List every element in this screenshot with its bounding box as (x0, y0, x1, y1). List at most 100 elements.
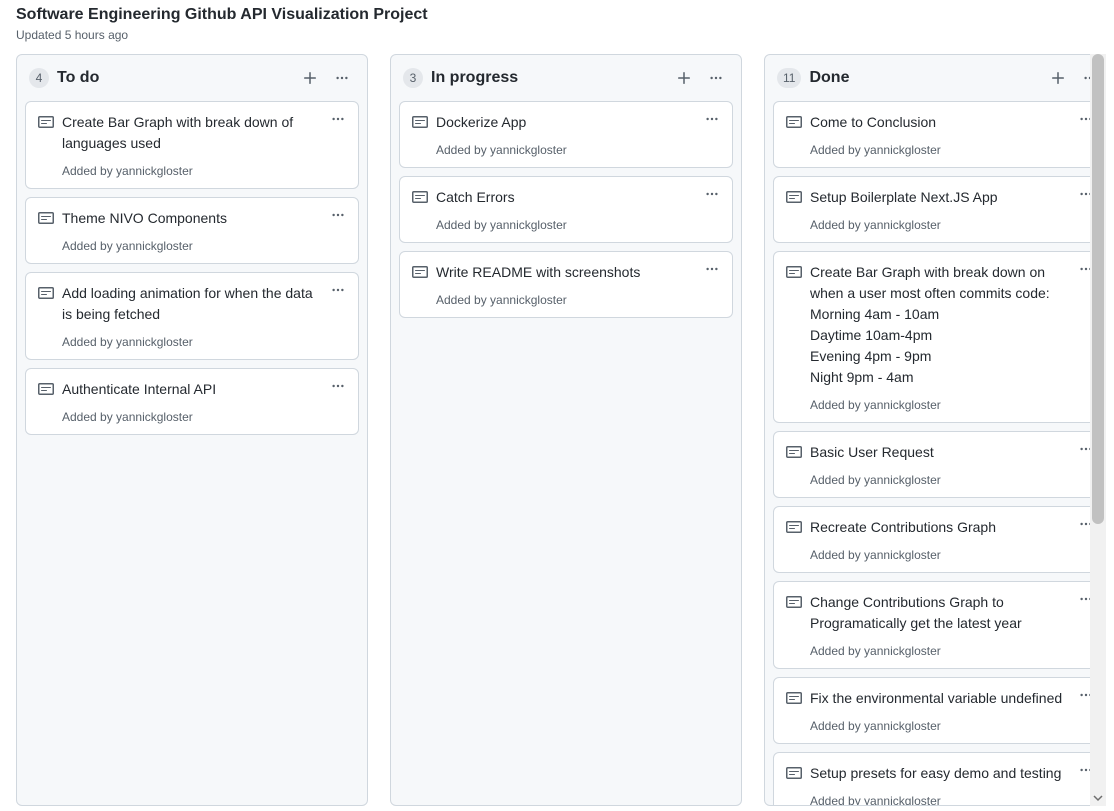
column-name: In progress (431, 69, 663, 87)
card[interactable]: Recreate Contributions Graph Added by yan… (773, 506, 1106, 573)
note-icon (38, 285, 54, 301)
column-actions (671, 65, 729, 91)
column-count: 11 (777, 68, 801, 88)
card-title: Theme NIVO Components (62, 208, 346, 229)
scroll-down-arrow[interactable] (1090, 790, 1106, 806)
card-added-by: Added by yannickgloster (786, 719, 1094, 733)
card[interactable]: Catch ErrorsAdded by yannickgloster (399, 176, 733, 243)
note-icon (786, 264, 802, 280)
card[interactable]: Change Contributions Graph to Programati… (773, 581, 1106, 669)
card[interactable]: Setup Boilerplate Next.JS App Added by ya… (773, 176, 1106, 243)
card-author: yannickgloster (864, 218, 941, 232)
plus-icon (302, 70, 318, 86)
card-author: yannickgloster (864, 644, 941, 658)
note-icon (786, 690, 802, 706)
card-added-by: Added by yannickgloster (786, 143, 1094, 157)
note-icon (786, 765, 802, 781)
card-menu-button[interactable] (326, 375, 350, 397)
card-menu-button[interactable] (700, 258, 724, 280)
card[interactable]: Setup presets for easy demo and testingA… (773, 752, 1106, 805)
add-card-button[interactable] (1045, 65, 1071, 91)
card-title: Basic User Request (810, 442, 1094, 463)
card-author: yannickgloster (864, 143, 941, 157)
project-header: Software Engineering Github API Visualiz… (8, 6, 1106, 54)
card[interactable]: Write README with screenshots Added by ya… (399, 251, 733, 318)
kebab-icon (705, 262, 719, 276)
note-icon (412, 189, 428, 205)
card-menu-button[interactable] (700, 108, 724, 130)
note-icon (786, 690, 802, 706)
card[interactable]: Fix the environmental variable undefined… (773, 677, 1106, 744)
card-title: Come to Conclusion (810, 112, 1094, 133)
note-icon (38, 381, 54, 397)
note-icon (412, 264, 428, 280)
card[interactable]: Theme NIVO ComponentsAdded by yannickglo… (25, 197, 359, 264)
card-title: Authenticate Internal API (62, 379, 346, 400)
note-icon (786, 594, 802, 610)
card-author: yannickgloster (864, 794, 941, 805)
card-title: Recreate Contributions Graph (810, 517, 1094, 538)
add-card-button[interactable] (297, 65, 323, 91)
note-icon (38, 381, 54, 397)
card-menu-button[interactable] (326, 108, 350, 130)
kebab-icon (331, 208, 345, 222)
card-title: Setup Boilerplate Next.JS App (810, 187, 1094, 208)
card[interactable]: Add loading animation for when the data … (25, 272, 359, 360)
card-added-by: Added by yannickgloster (786, 218, 1094, 232)
card[interactable]: Create Bar Graph with break down on when… (773, 251, 1106, 423)
project-board: 4To do Create Bar Graph with break down o… (8, 54, 1106, 806)
note-icon (412, 114, 428, 130)
note-icon (38, 114, 54, 130)
note-icon (786, 114, 802, 130)
card-author: yannickgloster (116, 239, 193, 253)
scrollbar-thumb[interactable] (1092, 54, 1104, 524)
add-card-button[interactable] (671, 65, 697, 91)
card-added-by: Added by yannickgloster (38, 410, 346, 424)
column-header: 3In progress (391, 55, 741, 101)
column-cards: Create Bar Graph with break down of lang… (17, 101, 367, 443)
note-icon (786, 765, 802, 781)
kebab-icon (331, 379, 345, 393)
note-icon (412, 264, 428, 280)
kebab-icon (705, 112, 719, 126)
board-column: 4To do Create Bar Graph with break down o… (16, 54, 368, 806)
card[interactable]: Basic User Request Added by yannickgloste… (773, 431, 1106, 498)
vertical-scrollbar[interactable] (1090, 54, 1106, 806)
column-header: 4To do (17, 55, 367, 101)
card-menu-button[interactable] (700, 183, 724, 205)
column-actions (297, 65, 355, 91)
note-icon (786, 519, 802, 535)
board-scroll-area: 4To do Create Bar Graph with break down o… (8, 54, 1106, 806)
card[interactable]: Create Bar Graph with break down of lang… (25, 101, 359, 189)
board-column: 3In progressDockerize AppAdded by yannic… (390, 54, 742, 806)
card-added-by: Added by yannickgloster (786, 473, 1094, 487)
note-icon (412, 114, 428, 130)
card-added-by: Added by yannickgloster (412, 293, 720, 307)
card-author: yannickgloster (490, 143, 567, 157)
column-menu-button[interactable] (329, 65, 355, 91)
card-added-by: Added by yannickgloster (786, 644, 1094, 658)
card[interactable]: Authenticate Internal API Added by yannic… (25, 368, 359, 435)
card-author: yannickgloster (116, 410, 193, 424)
card-title: Catch Errors (436, 187, 720, 208)
plus-icon (676, 70, 692, 86)
card-title: Fix the environmental variable undefined (810, 688, 1094, 709)
project-title: Software Engineering Github API Visualiz… (16, 6, 1098, 24)
card-author: yannickgloster (864, 473, 941, 487)
card-title: Create Bar Graph with break down of lang… (62, 112, 346, 154)
note-icon (786, 189, 802, 205)
kebab-icon (705, 187, 719, 201)
card[interactable]: Come to Conclusion Added by yannickgloste… (773, 101, 1106, 168)
column-cards: Dockerize AppAdded by yannickgloster Catc… (391, 101, 741, 326)
card-added-by: Added by yannickgloster (786, 548, 1094, 562)
card-title: Write README with screenshots (436, 262, 720, 283)
kebab-icon (331, 112, 345, 126)
card-added-by: Added by yannickgloster (412, 143, 720, 157)
column-name: To do (57, 69, 289, 87)
card-author: yannickgloster (490, 218, 567, 232)
column-menu-button[interactable] (703, 65, 729, 91)
card-menu-button[interactable] (326, 204, 350, 226)
card-menu-button[interactable] (326, 279, 350, 301)
kebab-icon (331, 283, 345, 297)
card[interactable]: Dockerize AppAdded by yannickgloster (399, 101, 733, 168)
